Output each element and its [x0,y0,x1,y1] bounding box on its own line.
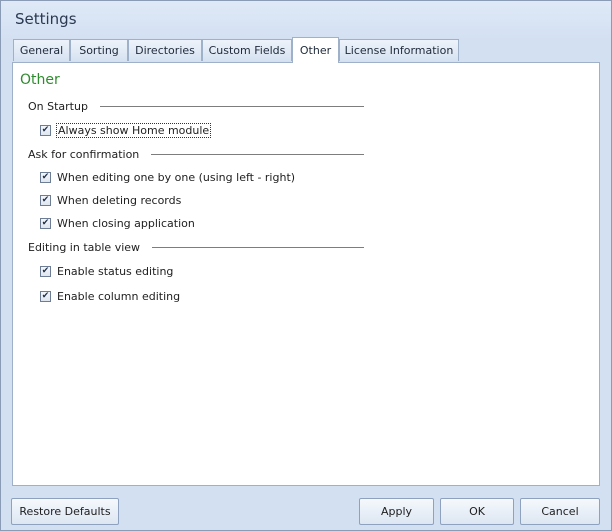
option-label: Always show Home module [55,122,212,138]
tab-general[interactable]: General [13,39,70,61]
panel-title: Other [20,72,60,88]
tab-panel-other: Other On Startup ✔ Always show Home modu… [12,62,600,486]
tab-sorting[interactable]: Sorting [70,39,128,61]
checkbox-checked-icon[interactable]: ✔ [40,217,51,229]
tab-other[interactable]: Other [292,37,339,63]
group-on-startup: On Startup [28,99,364,113]
group-label-editing-in-table-view: Editing in table view [28,240,141,254]
option-enable-column-editing[interactable]: ✔ Enable column editing [40,288,180,304]
option-confirm-closing-application[interactable]: ✔ When closing application [40,215,195,231]
option-label: Enable column editing [57,289,181,303]
group-ask-for-confirmation: Ask for confirmation [28,147,364,161]
checkbox-checked-icon[interactable]: ✔ [40,124,51,136]
checkbox-checked-icon[interactable]: ✔ [40,290,51,302]
ok-button[interactable]: OK [440,498,514,525]
option-label: When editing one by one (using left - ri… [57,170,296,184]
group-editing-in-table-view: Editing in table view [28,240,364,254]
restore-defaults-button[interactable]: Restore Defaults [11,498,119,525]
window-title: Settings [15,10,77,28]
option-always-show-home-module[interactable]: ✔ Always show Home module [40,122,212,138]
option-enable-status-editing[interactable]: ✔ Enable status editing [40,263,173,279]
checkbox-checked-icon[interactable]: ✔ [40,265,51,277]
group-label-ask-for-confirmation: Ask for confirmation [28,147,140,161]
apply-button[interactable]: Apply [359,498,434,525]
group-label-on-startup: On Startup [28,99,88,113]
option-label: When closing application [57,216,195,230]
option-confirm-deleting-records[interactable]: ✔ When deleting records [40,192,181,208]
group-divider [99,105,364,107]
checkbox-checked-icon[interactable]: ✔ [40,194,51,206]
tab-custom-fields[interactable]: Custom Fields [202,39,292,61]
settings-window: Settings General Sorting Directories Cus… [0,0,612,531]
option-confirm-editing-one-by-one[interactable]: ✔ When editing one by one (using left - … [40,169,295,185]
group-divider [152,246,364,248]
tab-license-information[interactable]: License Information [339,39,459,61]
option-label: Enable status editing [57,264,174,278]
tab-directories[interactable]: Directories [128,39,202,61]
cancel-button[interactable]: Cancel [520,498,600,525]
dialog-button-bar: Restore Defaults Apply OK Cancel [1,489,611,530]
checkbox-checked-icon[interactable]: ✔ [40,171,51,183]
group-divider [151,153,364,155]
option-label: When deleting records [57,193,182,207]
